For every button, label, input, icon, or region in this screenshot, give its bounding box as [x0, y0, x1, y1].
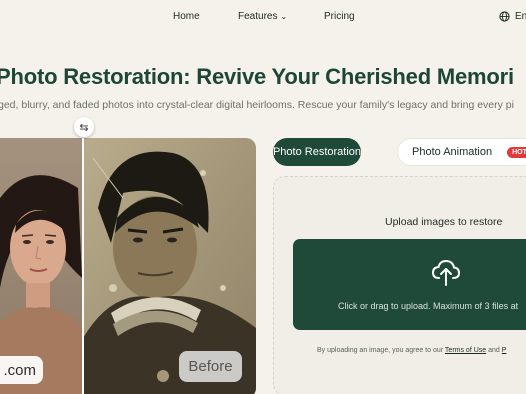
- tab-photo-restoration-label: Photo Restoration: [272, 146, 362, 158]
- nav-pricing-link[interactable]: Pricing: [324, 11, 355, 22]
- tab-photo-animation[interactable]: Photo Animation HOT: [397, 138, 526, 166]
- privacy-policy-link[interactable]: P: [502, 347, 507, 354]
- language-label: En: [515, 11, 526, 22]
- top-nav: Home Features ⌄ Pricing En: [0, 0, 526, 34]
- nav-features-menu[interactable]: Features ⌄: [238, 11, 287, 22]
- hot-badge: HOT: [507, 146, 526, 158]
- nav-features-label: Features: [238, 11, 278, 22]
- upload-title: Upload images to restore: [385, 216, 503, 228]
- watermark-badge: .com: [0, 356, 43, 384]
- cloud-upload-icon: [431, 259, 461, 286]
- page-subtitle: ged, blurry, and faded photos into cryst…: [0, 99, 514, 111]
- upload-drop-zone[interactable]: [293, 239, 526, 330]
- nav-home-link[interactable]: Home: [173, 11, 200, 22]
- language-selector[interactable]: En: [499, 11, 526, 22]
- swap-arrows-icon[interactable]: ⇆: [74, 117, 94, 137]
- tab-photo-animation-label: Photo Animation: [412, 146, 493, 158]
- terms-prefix: By uploading an image, you agree to our: [317, 347, 444, 354]
- before-label: Before: [179, 351, 242, 382]
- upload-hint: Click or drag to upload. Maximum of 3 fi…: [338, 301, 519, 311]
- terms-of-use-link[interactable]: Terms of Use: [445, 347, 486, 354]
- chevron-down-icon: ⌄: [280, 12, 288, 21]
- upload-terms: By uploading an image, you agree to our …: [317, 347, 506, 354]
- page-title: Photo Restoration: Revive Your Cherished…: [0, 64, 514, 89]
- compare-divider[interactable]: [82, 138, 84, 394]
- globe-icon: [499, 11, 510, 22]
- terms-and: and: [488, 347, 500, 354]
- tab-photo-restoration[interactable]: Photo Restoration: [273, 138, 361, 166]
